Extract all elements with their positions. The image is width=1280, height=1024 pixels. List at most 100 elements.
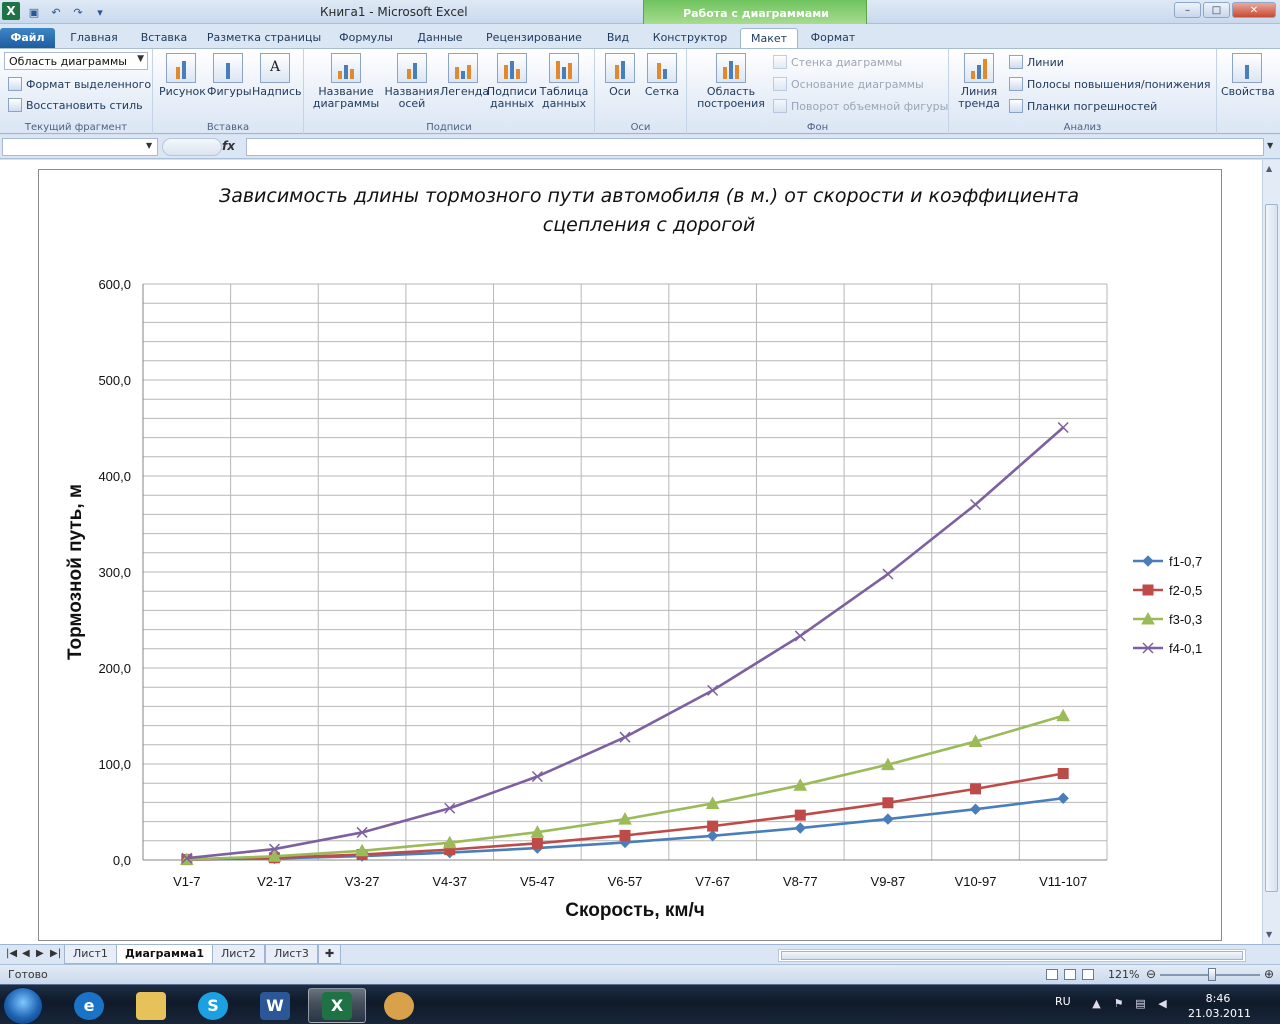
error-bars-button[interactable]: Планки погрешностей	[1009, 99, 1157, 113]
legend-button[interactable]: Легенда	[440, 53, 489, 98]
format-selection-button[interactable]: Формат выделенного	[8, 77, 151, 91]
network-icon[interactable]: ▤	[1134, 997, 1147, 1010]
first-sheet-icon[interactable]: |◀	[6, 948, 17, 959]
tray-arrow-icon[interactable]: ▲	[1090, 997, 1103, 1010]
sheet-tab[interactable]: Лист1	[64, 945, 117, 964]
taskbar-word[interactable]: W	[246, 988, 304, 1023]
shapes-button[interactable]: Фигуры	[207, 53, 252, 98]
page-layout-view-icon[interactable]	[1064, 969, 1076, 980]
x-tick-label: V3-27	[345, 874, 380, 889]
gridlines-button[interactable]: Сетка	[641, 53, 683, 98]
tab-formulas[interactable]: Формулы	[334, 28, 398, 48]
group-background: Область построения Стенка диаграммы Осно…	[687, 49, 949, 135]
picture-button[interactable]: Рисунок	[159, 53, 206, 98]
tab-insert[interactable]: Вставка	[134, 28, 194, 48]
format-selection-label: Формат выделенного	[26, 77, 152, 91]
zoom-out-icon[interactable]: ⊖	[1146, 967, 1156, 981]
x-tick-label: V8-77	[783, 874, 818, 889]
close-button[interactable]: ✕	[1232, 2, 1276, 18]
taskbar-paint[interactable]	[370, 988, 428, 1023]
tab-review[interactable]: Рецензирование	[482, 28, 586, 48]
taskbar-explorer[interactable]	[122, 988, 180, 1023]
vertical-scrollbar[interactable]: ▲ ▼	[1262, 160, 1280, 944]
axis-titles-button[interactable]: Названия осей	[384, 53, 440, 110]
undo-icon[interactable]: ↶	[48, 4, 64, 20]
language-indicator[interactable]: RU	[1055, 995, 1071, 1008]
context-title: Работа с диаграммами	[683, 7, 829, 20]
tab-data[interactable]: Данные	[410, 28, 470, 48]
data-point-marker	[882, 797, 894, 809]
tab-format[interactable]: Формат	[806, 28, 860, 48]
tab-design[interactable]: Конструктор	[650, 28, 730, 48]
page-break-view-icon[interactable]	[1082, 969, 1094, 980]
updown-bars-button[interactable]: Полосы повышения/понижения	[1009, 77, 1210, 91]
horizontal-scrollbar[interactable]	[778, 949, 1246, 962]
next-sheet-icon[interactable]: ▶	[36, 948, 44, 959]
data-point-marker	[882, 813, 894, 825]
save-icon[interactable]: ▣	[26, 4, 42, 20]
tab-page-layout[interactable]: Разметка страницы	[204, 28, 324, 48]
horizontal-scroll-thumb[interactable]	[781, 951, 1243, 960]
insert-function-icon[interactable]: fx	[222, 139, 235, 153]
expand-formula-icon[interactable]: ▼	[1267, 141, 1273, 150]
zoom-level[interactable]: 121%	[1108, 968, 1139, 981]
data-table-button[interactable]: Таблица данных	[538, 53, 590, 110]
name-box-arrow-icon[interactable]: ▼	[146, 141, 152, 150]
last-sheet-icon[interactable]: ▶|	[50, 948, 61, 959]
sheet-tab-active[interactable]: Диаграмма1	[116, 945, 214, 964]
textbox-button[interactable]: A Надпись	[252, 53, 302, 98]
chart-wall-button[interactable]: Стенка диаграммы	[773, 55, 902, 69]
axis-titles-icon	[397, 53, 427, 83]
x-tick-label: V5-47	[520, 874, 555, 889]
sheet-tab[interactable]: Лист3	[265, 945, 318, 964]
vertical-scroll-thumb[interactable]	[1265, 204, 1278, 892]
chart-elements-dropdown[interactable]: Область диаграммы ▼	[4, 52, 148, 70]
ribbon-tabs: Файл Главная Вставка Разметка страницы Ф…	[0, 24, 1280, 65]
y-tick-label: 0,0	[113, 853, 131, 868]
scroll-down-icon[interactable]: ▼	[1266, 930, 1272, 939]
zoom-slider-thumb[interactable]	[1208, 968, 1216, 981]
excel-logo-icon[interactable]: X	[2, 2, 20, 20]
chart-area[interactable]: Зависимость длины тормозного пути автомо…	[38, 169, 1222, 941]
data-table-label-2: данных	[542, 97, 586, 110]
tab-home[interactable]: Главная	[64, 28, 124, 48]
taskbar-skype[interactable]: S	[184, 988, 242, 1023]
formula-input[interactable]	[246, 138, 1264, 156]
scroll-up-icon[interactable]: ▲	[1266, 164, 1272, 173]
properties-button[interactable]: Свойства	[1221, 53, 1275, 98]
zoom-in-icon[interactable]: ⊕	[1264, 967, 1274, 981]
reset-style-button[interactable]: Восстановить стиль	[8, 98, 143, 112]
clock-date: 21.03.2011	[1188, 1007, 1251, 1020]
plot-area-button[interactable]: Область построения	[691, 53, 771, 110]
tab-file[interactable]: Файл	[0, 28, 55, 48]
prev-sheet-icon[interactable]: ◀	[22, 948, 30, 959]
3d-rotation-button[interactable]: Поворот объемной фигуры	[773, 99, 948, 113]
group-label: Подписи	[426, 122, 472, 133]
y-tick-label: 600,0	[98, 277, 131, 292]
y-tick-label: 200,0	[98, 661, 131, 676]
normal-view-icon[interactable]	[1046, 969, 1058, 980]
tab-view[interactable]: Вид	[598, 28, 638, 48]
volume-icon[interactable]: ◀	[1156, 997, 1169, 1010]
sheet-tab[interactable]: Лист2	[212, 945, 265, 964]
name-box[interactable]	[2, 138, 158, 156]
axes-button[interactable]: Оси	[599, 53, 641, 98]
minimize-button[interactable]: –	[1174, 2, 1201, 18]
chart-title-button[interactable]: Название диаграммы	[308, 53, 384, 110]
maximize-button[interactable]: □	[1203, 2, 1230, 18]
redo-icon[interactable]: ↷	[70, 4, 86, 20]
trendline-button[interactable]: Линия тренда	[953, 53, 1005, 110]
clock[interactable]: 8:46 21.03.2011	[1188, 991, 1251, 1021]
group-label: Текущий фрагмент	[24, 122, 128, 133]
tab-layout[interactable]: Макет	[740, 28, 798, 48]
lines-button[interactable]: Линии	[1009, 55, 1064, 69]
insert-sheet-icon[interactable]: ✚	[318, 945, 342, 964]
customize-qat-icon[interactable]: ▾	[92, 4, 108, 20]
taskbar-ie[interactable]: e	[60, 988, 118, 1023]
start-button[interactable]	[3, 987, 43, 1024]
taskbar-excel[interactable]: X	[308, 988, 366, 1023]
legend-icon	[448, 53, 478, 83]
chart-floor-button[interactable]: Основание диаграммы	[773, 77, 924, 91]
data-labels-button[interactable]: Подписи данных	[486, 53, 538, 110]
tray-flag-icon[interactable]: ⚑	[1112, 997, 1125, 1010]
